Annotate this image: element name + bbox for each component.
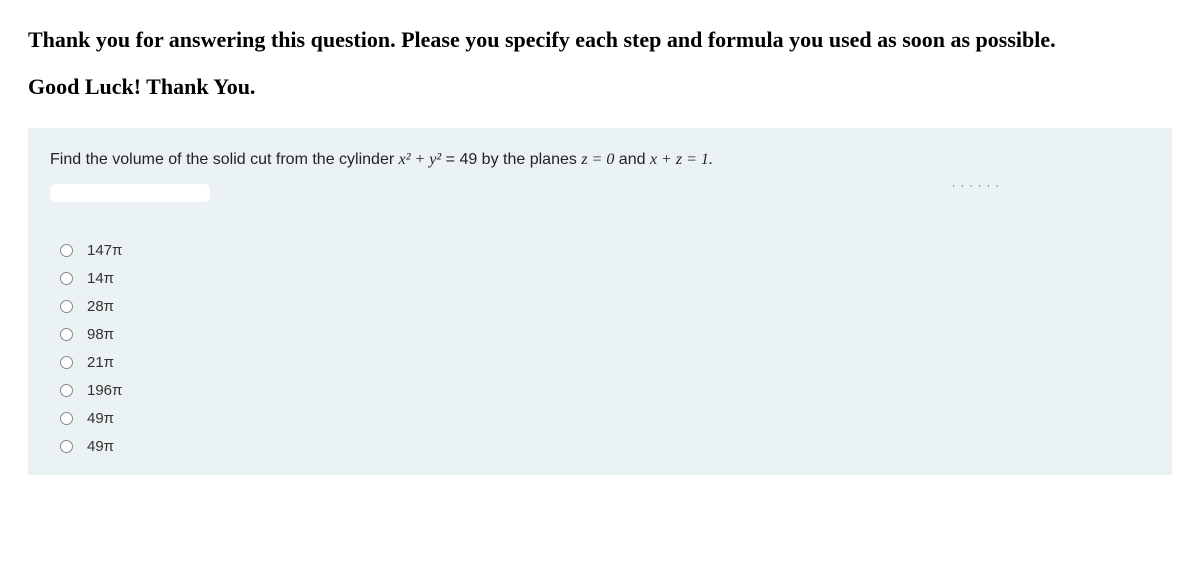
radio-icon [60,328,73,341]
option-label: 98π [87,326,114,343]
option-label: 49π [87,410,114,427]
question-eq2: z = 0 [581,151,614,168]
option-0[interactable]: 147π [60,242,1150,259]
option-label: 196π [87,382,122,399]
option-3[interactable]: 98π [60,326,1150,343]
option-1[interactable]: 14π [60,270,1150,287]
option-label: 21π [87,354,114,371]
intro-text: Thank you for answering this question. P… [28,24,1172,56]
redaction-white-block [50,184,210,202]
option-label: 14π [87,270,114,287]
question-eq3: x + z = 1. [650,151,713,168]
radio-icon [60,272,73,285]
question-mid: by the planes [477,151,581,168]
option-label: 28π [87,298,114,315]
question-container: Find the volume of the solid cut from th… [28,128,1172,475]
radio-icon [60,384,73,397]
question-eq1-rhs: = 49 [441,151,477,168]
redaction-row: · · · · · · [50,180,1150,202]
radio-icon [60,244,73,257]
option-7[interactable]: 49π [60,438,1150,455]
option-6[interactable]: 49π [60,410,1150,427]
option-4[interactable]: 21π [60,354,1150,371]
option-2[interactable]: 28π [60,298,1150,315]
question-and: and [614,151,650,168]
radio-icon [60,300,73,313]
option-label: 49π [87,438,114,455]
redaction-smudge: · · · · · · [952,180,1000,192]
goodluck-text: Good Luck! Thank You. [28,74,1172,100]
radio-icon [60,356,73,369]
radio-icon [60,440,73,453]
question-eq1-lhs: x² + y² [399,151,442,168]
option-label: 147π [87,242,122,259]
radio-icon [60,412,73,425]
options-group: 147π 14π 28π 98π 21π 196π 49π 49π [50,242,1150,455]
question-text: Find the volume of the solid cut from th… [50,148,1150,172]
option-5[interactable]: 196π [60,382,1150,399]
question-pre: Find the volume of the solid cut from th… [50,151,399,168]
